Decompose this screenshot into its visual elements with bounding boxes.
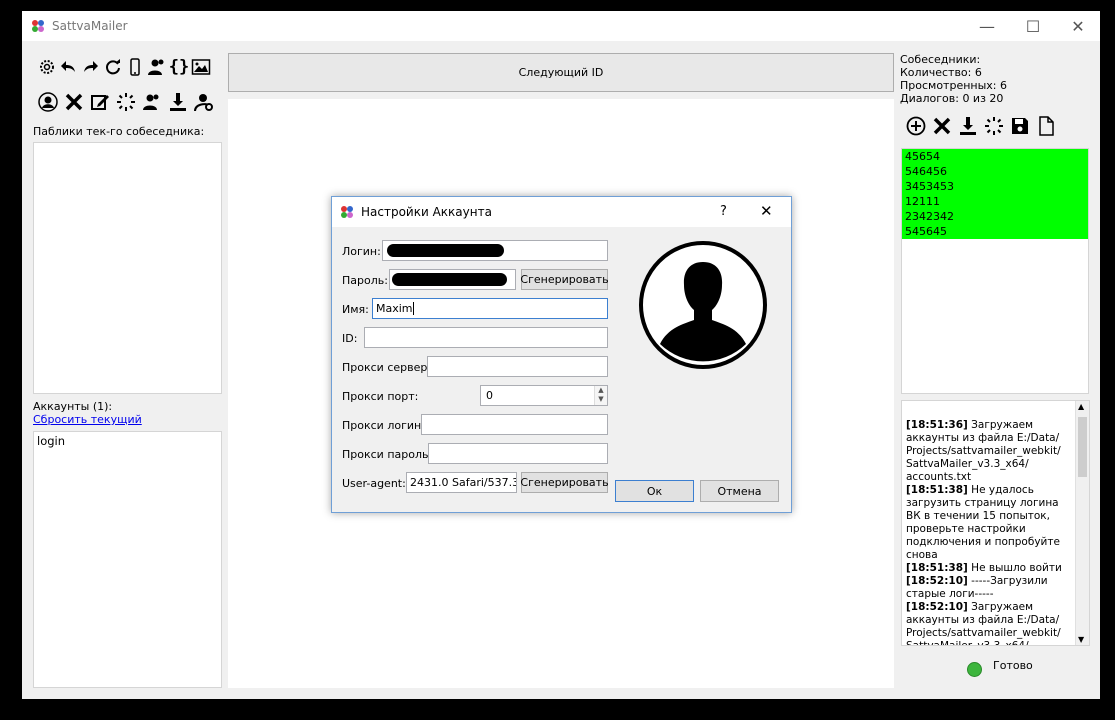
dialog-title: Настройки Аккаунта [361, 205, 492, 219]
minimize-button[interactable]: — [964, 11, 1010, 41]
dialog-logo-icon [341, 206, 353, 218]
account-settings-dialog: Настройки Аккаунта ? ✕ Логин: Пароль: Сг… [331, 196, 792, 513]
proxy-password-label: Прокси пароль: [342, 448, 433, 461]
log-entry: [18:51:38] Не вышло войти [906, 562, 1062, 574]
cancel-button[interactable]: Отмена [700, 480, 779, 502]
main-window: SattvaMailer — ☐ ✕ {} Паблики тек-го соб… [22, 11, 1100, 699]
user-settings-icon[interactable] [193, 91, 215, 113]
login-field[interactable] [382, 240, 608, 261]
close-window-button[interactable]: ✕ [1055, 11, 1100, 41]
id-label: ID: [342, 332, 358, 345]
id-field[interactable] [364, 327, 608, 348]
login-label: Логин: [342, 245, 381, 258]
accounts-label: Аккаунты (1): [33, 400, 113, 413]
refresh-icon[interactable] [102, 56, 124, 78]
next-id-button[interactable]: Следующий ID [228, 53, 894, 92]
redo-icon[interactable] [79, 56, 101, 78]
window-title: SattvaMailer [52, 19, 128, 33]
user-agent-label: User-agent: [342, 477, 406, 490]
maximize-button[interactable]: ☐ [1010, 11, 1056, 41]
undo-icon[interactable] [58, 56, 80, 78]
proxy-server-label: Прокси сервер: [342, 361, 432, 374]
loading-spinner-icon[interactable] [115, 91, 137, 113]
spin-up-icon[interactable]: ▲ [595, 386, 607, 395]
app-logo-icon [32, 20, 44, 32]
users-icon[interactable] [146, 56, 168, 78]
accounts-list[interactable]: login [33, 431, 222, 688]
proxy-login-label: Прокси логин: [342, 419, 425, 432]
generate-agent-button[interactable]: Сгенерировать [520, 472, 609, 493]
contact-item[interactable]: 2342342 [902, 209, 1088, 224]
masked-password [392, 273, 507, 286]
save-icon[interactable] [1009, 115, 1031, 137]
proxy-password-field[interactable] [428, 443, 608, 464]
braces-icon[interactable]: {} [168, 56, 190, 78]
process-spinner-icon[interactable] [983, 115, 1005, 137]
password-label: Пароль: [342, 274, 388, 287]
download-contacts-icon[interactable] [957, 115, 979, 137]
add-contact-icon[interactable] [905, 115, 927, 137]
proxy-server-field[interactable] [427, 356, 608, 377]
stats-count: Количество: 6 [900, 66, 982, 79]
scroll-down-icon[interactable]: ▼ [1078, 635, 1084, 644]
password-field[interactable] [389, 269, 516, 290]
reset-current-link[interactable]: Сбросить текущий [33, 413, 142, 426]
proxy-port-spinbox[interactable]: 0 ▲ ▼ [480, 385, 608, 406]
spin-down-icon[interactable]: ▼ [595, 395, 607, 404]
scroll-thumb[interactable] [1078, 417, 1087, 477]
new-file-icon[interactable] [1035, 115, 1057, 137]
log-entry: [18:51:38] Не удалось загрузить страницу… [906, 484, 1060, 561]
dialog-title-bar: Настройки Аккаунта ? ✕ [332, 197, 791, 227]
log-entry: [18:52:10] Загружаем аккаунты из файла E… [906, 601, 1061, 646]
ok-button[interactable]: Ок [615, 480, 694, 502]
contact-item[interactable]: 45654 [902, 149, 1088, 164]
stats-dialogs: Диалогов: 0 из 20 [900, 92, 1004, 105]
contacts-list[interactable]: 45654 546456 3453453 12111 2342342 54564… [901, 148, 1089, 394]
help-button[interactable]: ? [720, 204, 727, 219]
proxy-port-label: Прокси порт: [342, 390, 419, 403]
user-agent-field[interactable]: 2431.0 Safari/537.36 [406, 472, 517, 493]
publics-label: Паблики тек-го собеседника: [33, 125, 205, 138]
dialog-close-button[interactable]: ✕ [760, 202, 773, 220]
contact-item[interactable]: 546456 [902, 164, 1088, 179]
proxy-login-field[interactable] [421, 414, 608, 435]
contact-item[interactable]: 545645 [902, 224, 1088, 239]
contact-item[interactable]: 12111 [902, 194, 1088, 209]
avatar-placeholder-icon [639, 241, 767, 369]
log-entry: [18:52:10] -----Загрузили старые логи---… [906, 575, 1048, 600]
stats-viewed: Просмотренных: 6 [900, 79, 1007, 92]
settings-gear-icon[interactable] [36, 56, 58, 78]
contact-item[interactable]: 3453453 [902, 179, 1088, 194]
log-panel[interactable]: [18:51:36] Загружаем аккаунты из файла E… [901, 400, 1090, 646]
name-field[interactable]: Maxim [372, 298, 608, 319]
stats-title: Собеседники: [900, 53, 981, 66]
users-group-icon[interactable] [141, 91, 163, 113]
delete-icon[interactable] [63, 91, 85, 113]
log-entry: [18:51:36] Загружаем аккаунты из файла E… [906, 419, 1061, 483]
masked-login [387, 244, 504, 257]
title-bar: SattvaMailer — ☐ ✕ [22, 11, 1100, 41]
account-profile-icon[interactable] [37, 91, 59, 113]
log-scrollbar[interactable]: ▲ ▼ [1075, 401, 1089, 645]
publics-list[interactable] [33, 142, 222, 394]
download-icon[interactable] [167, 91, 189, 113]
account-list-item[interactable]: login [34, 432, 221, 450]
mobile-phone-icon[interactable] [124, 56, 146, 78]
image-icon[interactable] [190, 56, 212, 78]
status-text: Готово [993, 659, 1033, 672]
status-indicator-icon [967, 662, 982, 677]
edit-icon[interactable] [89, 91, 111, 113]
scroll-up-icon[interactable]: ▲ [1078, 402, 1084, 411]
generate-password-button[interactable]: Сгенерировать [520, 269, 609, 290]
delete-contact-icon[interactable] [931, 115, 953, 137]
name-label: Имя: [342, 303, 369, 316]
